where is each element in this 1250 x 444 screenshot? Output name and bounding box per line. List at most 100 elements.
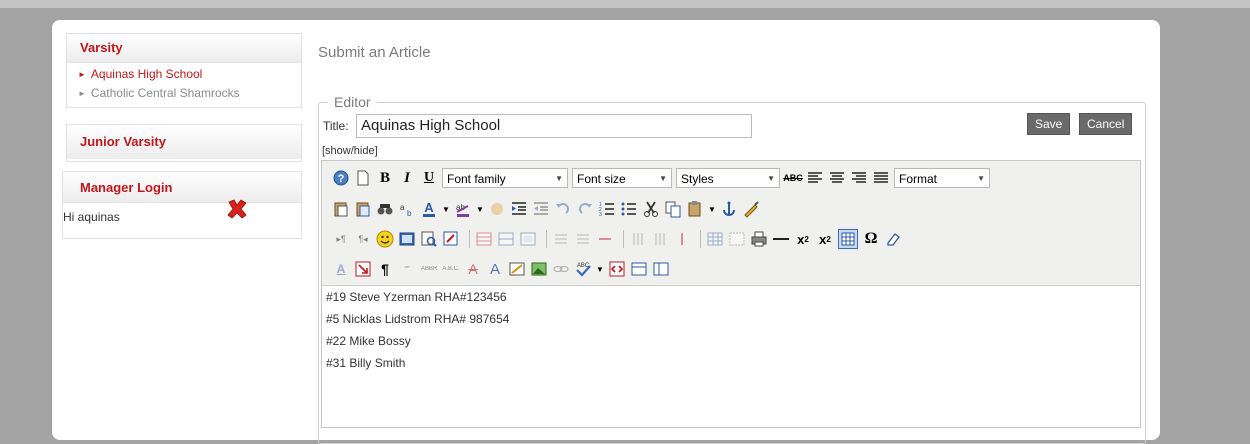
page-title: Submit an Article [318, 44, 431, 61]
font-family-select[interactable]: Font family ▼ [442, 168, 568, 188]
delete-text-icon[interactable]: A [464, 260, 482, 278]
styles-select[interactable]: Styles ▼ [676, 168, 780, 188]
title-label: Title: [323, 119, 349, 133]
italic-icon[interactable]: I [398, 169, 416, 187]
abbreviation-icon[interactable]: ABBR [420, 260, 438, 278]
attributes-icon[interactable] [508, 260, 526, 278]
template-icon[interactable] [442, 230, 460, 248]
cleanup-icon[interactable] [488, 200, 506, 218]
paste-icon[interactable] [686, 200, 704, 218]
table-row-props-icon[interactable] [475, 230, 493, 248]
copy-icon[interactable] [664, 200, 682, 218]
highlight-color-icon[interactable]: ab [454, 200, 472, 218]
fullscreen-icon[interactable] [630, 260, 648, 278]
col-before-icon[interactable] [629, 230, 647, 248]
preview-icon[interactable] [420, 230, 438, 248]
row-after-icon[interactable] [574, 230, 592, 248]
table-grid-icon[interactable] [838, 229, 858, 249]
window-top-strip [0, 0, 1250, 8]
triangle-right-icon: ► [78, 89, 86, 98]
insert-table-icon[interactable] [706, 230, 724, 248]
superscript-icon[interactable]: x2 [816, 230, 834, 248]
pilcrow-icon[interactable]: ¶ [376, 260, 394, 278]
new-document-icon[interactable] [354, 169, 372, 187]
paste-text-icon[interactable] [332, 200, 350, 218]
print-icon[interactable] [750, 230, 768, 248]
html-source-icon[interactable] [608, 260, 626, 278]
font-size-select[interactable]: Font size ▼ [572, 168, 672, 188]
acronym-icon[interactable]: A.B.C. [442, 260, 460, 278]
table-cell-props-icon[interactable] [497, 230, 515, 248]
caret-down-icon[interactable]: ▼ [596, 260, 604, 278]
paste-word-icon[interactable] [354, 200, 372, 218]
redo-icon[interactable] [576, 200, 594, 218]
cut-icon[interactable] [642, 200, 660, 218]
caret-down-icon: ▼ [767, 174, 775, 183]
media-icon[interactable] [398, 230, 416, 248]
show-hide-link[interactable]: [show/hide] [322, 145, 378, 157]
indent-icon[interactable] [510, 200, 528, 218]
undo-icon[interactable] [554, 200, 572, 218]
cancel-button[interactable]: Cancel [1079, 113, 1133, 135]
table-merge-icon[interactable] [519, 230, 537, 248]
title-input[interactable]: Aquinas High School [356, 114, 752, 138]
underline-icon[interactable]: U [420, 169, 438, 187]
find-icon[interactable] [376, 200, 394, 218]
insert-layer-icon[interactable]: A [332, 260, 350, 278]
edit-css-icon[interactable] [742, 200, 760, 218]
styles-value: Styles [681, 172, 714, 186]
horizontal-rule-icon[interactable] [772, 230, 790, 248]
delete-col-icon[interactable] [673, 230, 691, 248]
bold-icon[interactable]: B [376, 169, 394, 187]
greeting-text: Hi aquinas [63, 210, 120, 224]
unordered-list-icon[interactable] [620, 200, 638, 218]
anchor-icon[interactable] [720, 200, 738, 218]
format-select[interactable]: Format ▼ [894, 168, 990, 188]
delete-row-icon[interactable] [596, 230, 614, 248]
replace-icon[interactable]: ab [398, 200, 416, 218]
layout-icon[interactable] [652, 260, 670, 278]
special-character-icon[interactable]: Ω [862, 230, 880, 248]
junior-varsity-box: Junior Varsity [66, 124, 302, 162]
visual-aid-icon[interactable] [728, 230, 746, 248]
insert-text-icon[interactable]: A [486, 260, 504, 278]
red-x-icon[interactable] [226, 198, 248, 220]
strikethrough-icon[interactable]: ABC [783, 169, 803, 187]
save-button[interactable]: Save [1027, 113, 1071, 135]
team-label: Aquinas High School [90, 67, 203, 81]
format-value: Format [899, 172, 938, 186]
editor-content-area[interactable]: #19 Steve Yzerman RHA#123456 #5 Nicklas … [322, 286, 1140, 374]
align-right-icon[interactable] [850, 169, 868, 187]
align-justify-icon[interactable] [872, 169, 890, 187]
varsity-team-list: ► Aquinas High School ► Catholic Central S… [67, 63, 301, 106]
cite-icon[interactable]: “” [398, 260, 416, 278]
emoticon-icon[interactable] [376, 230, 394, 248]
row-before-icon[interactable] [552, 230, 570, 248]
rtl-icon[interactable]: ¶◂ [354, 230, 372, 248]
content-line: #31 Billy Smith [326, 356, 406, 370]
caret-down-icon: ▼ [659, 174, 667, 183]
align-left-icon[interactable] [806, 169, 824, 187]
outdent-icon[interactable] [532, 200, 550, 218]
help-icon[interactable]: ? [332, 169, 350, 187]
spellcheck-icon[interactable]: ABC [574, 260, 592, 278]
content-line: #22 Mike Bossy [326, 334, 411, 348]
ordered-list-icon[interactable]: 123 [598, 200, 616, 218]
remove-format-icon[interactable] [884, 230, 902, 248]
caret-down-icon[interactable]: ▼ [442, 200, 450, 218]
col-after-icon[interactable] [651, 230, 669, 248]
team-link-aquinas[interactable]: ► Aquinas High School [67, 65, 301, 84]
team-link-catholic-central[interactable]: ► Catholic Central Shamrocks [67, 84, 301, 103]
text-color-icon[interactable]: A [420, 200, 438, 218]
manager-login-heading: Manager Login [63, 172, 301, 203]
align-center-icon[interactable] [828, 169, 846, 187]
junior-varsity-heading[interactable]: Junior Varsity [67, 125, 301, 159]
ltr-icon[interactable]: ▸¶ [332, 230, 350, 248]
absolute-position-icon[interactable] [354, 260, 372, 278]
subscript-icon[interactable]: x2 [794, 230, 812, 248]
link-icon[interactable] [552, 260, 570, 278]
caret-down-icon[interactable]: ▼ [476, 200, 484, 218]
caret-down-icon[interactable]: ▼ [708, 200, 716, 218]
font-family-value: Font family [447, 172, 506, 186]
image-icon[interactable] [530, 260, 548, 278]
